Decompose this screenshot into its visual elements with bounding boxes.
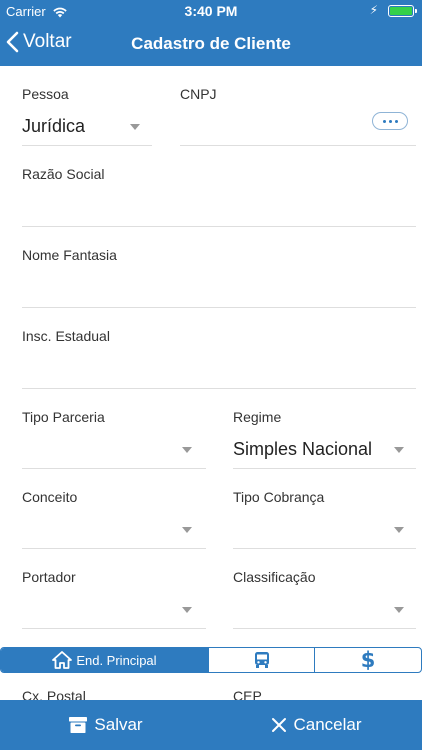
razao-social-field[interactable]: Razão Social (22, 166, 416, 227)
pessoa-value: Jurídica (22, 116, 86, 136)
tipo-cobranca-label: Tipo Cobrança (233, 489, 325, 505)
regime-value: Simples Nacional (233, 439, 373, 459)
cancel-label: Cancelar (293, 715, 362, 734)
address-tabs: End. Principal $ (0, 647, 422, 673)
status-bar: Carrier 3:40 PM ⚡ (0, 0, 422, 22)
conceito-select[interactable]: Conceito (22, 489, 206, 549)
tab-end-principal-label: End. Principal (76, 652, 157, 668)
pessoa-select[interactable]: Pessoa Jurídica (22, 86, 152, 146)
page-title: Cadastro de Cliente (131, 34, 291, 53)
status-time: 3:40 PM (184, 3, 238, 19)
dropdown-caret-icon (394, 607, 404, 613)
classificacao-select[interactable]: Classificação (233, 569, 416, 629)
bottom-action-bar: Salvar Cancelar (0, 700, 422, 750)
regime-label: Regime (233, 409, 282, 425)
dropdown-caret-icon (182, 447, 192, 453)
home-icon (52, 651, 73, 669)
portador-label: Portador (22, 569, 76, 585)
close-icon (272, 718, 287, 732)
insc-estadual-label: Insc. Estadual (22, 328, 110, 344)
navigation-bar: Voltar Cadastro de Cliente (0, 22, 422, 66)
cnpj-field[interactable]: CNPJ (180, 86, 416, 146)
tab-dollar[interactable]: $ (315, 648, 421, 672)
archive-box-icon (69, 717, 88, 733)
dropdown-caret-icon (182, 607, 192, 613)
battery-icon (388, 5, 417, 17)
nome-fantasia-field[interactable]: Nome Fantasia (22, 247, 416, 308)
cancel-button[interactable]: Cancelar (211, 700, 422, 750)
customer-form: Pessoa Jurídica CNPJ Razão Social Nome F… (0, 66, 422, 700)
dropdown-caret-icon (394, 527, 404, 533)
tab-end-principal[interactable]: End. Principal (1, 648, 209, 672)
bus-icon (254, 652, 269, 668)
tipo-parceria-select[interactable]: Tipo Parceria (22, 409, 206, 469)
dropdown-caret-icon (394, 447, 404, 453)
pessoa-label: Pessoa (22, 86, 69, 102)
save-button[interactable]: Salvar (0, 700, 211, 750)
insc-estadual-field[interactable]: Insc. Estadual (22, 328, 416, 389)
dropdown-caret-icon (182, 527, 192, 533)
classificacao-label: Classificação (233, 569, 316, 585)
dropdown-caret-icon (130, 124, 140, 130)
ellipsis-icon (382, 119, 386, 123)
nome-fantasia-label: Nome Fantasia (22, 247, 117, 263)
razao-social-label: Razão Social (22, 166, 105, 182)
conceito-label: Conceito (22, 489, 78, 505)
svg-text:$: $ (361, 649, 375, 671)
dollar-icon: $ (361, 649, 375, 671)
cnpj-label: CNPJ (180, 86, 217, 102)
tipo-parceria-label: Tipo Parceria (22, 409, 105, 425)
tipo-cobranca-select[interactable]: Tipo Cobrança (233, 489, 416, 549)
regime-select[interactable]: Regime Simples Nacional (233, 409, 416, 469)
charging-icon: ⚡ (369, 3, 378, 17)
save-label: Salvar (94, 715, 143, 734)
cnpj-more-button[interactable] (372, 112, 408, 130)
tab-bus[interactable] (209, 648, 316, 672)
portador-select[interactable]: Portador (22, 569, 206, 629)
